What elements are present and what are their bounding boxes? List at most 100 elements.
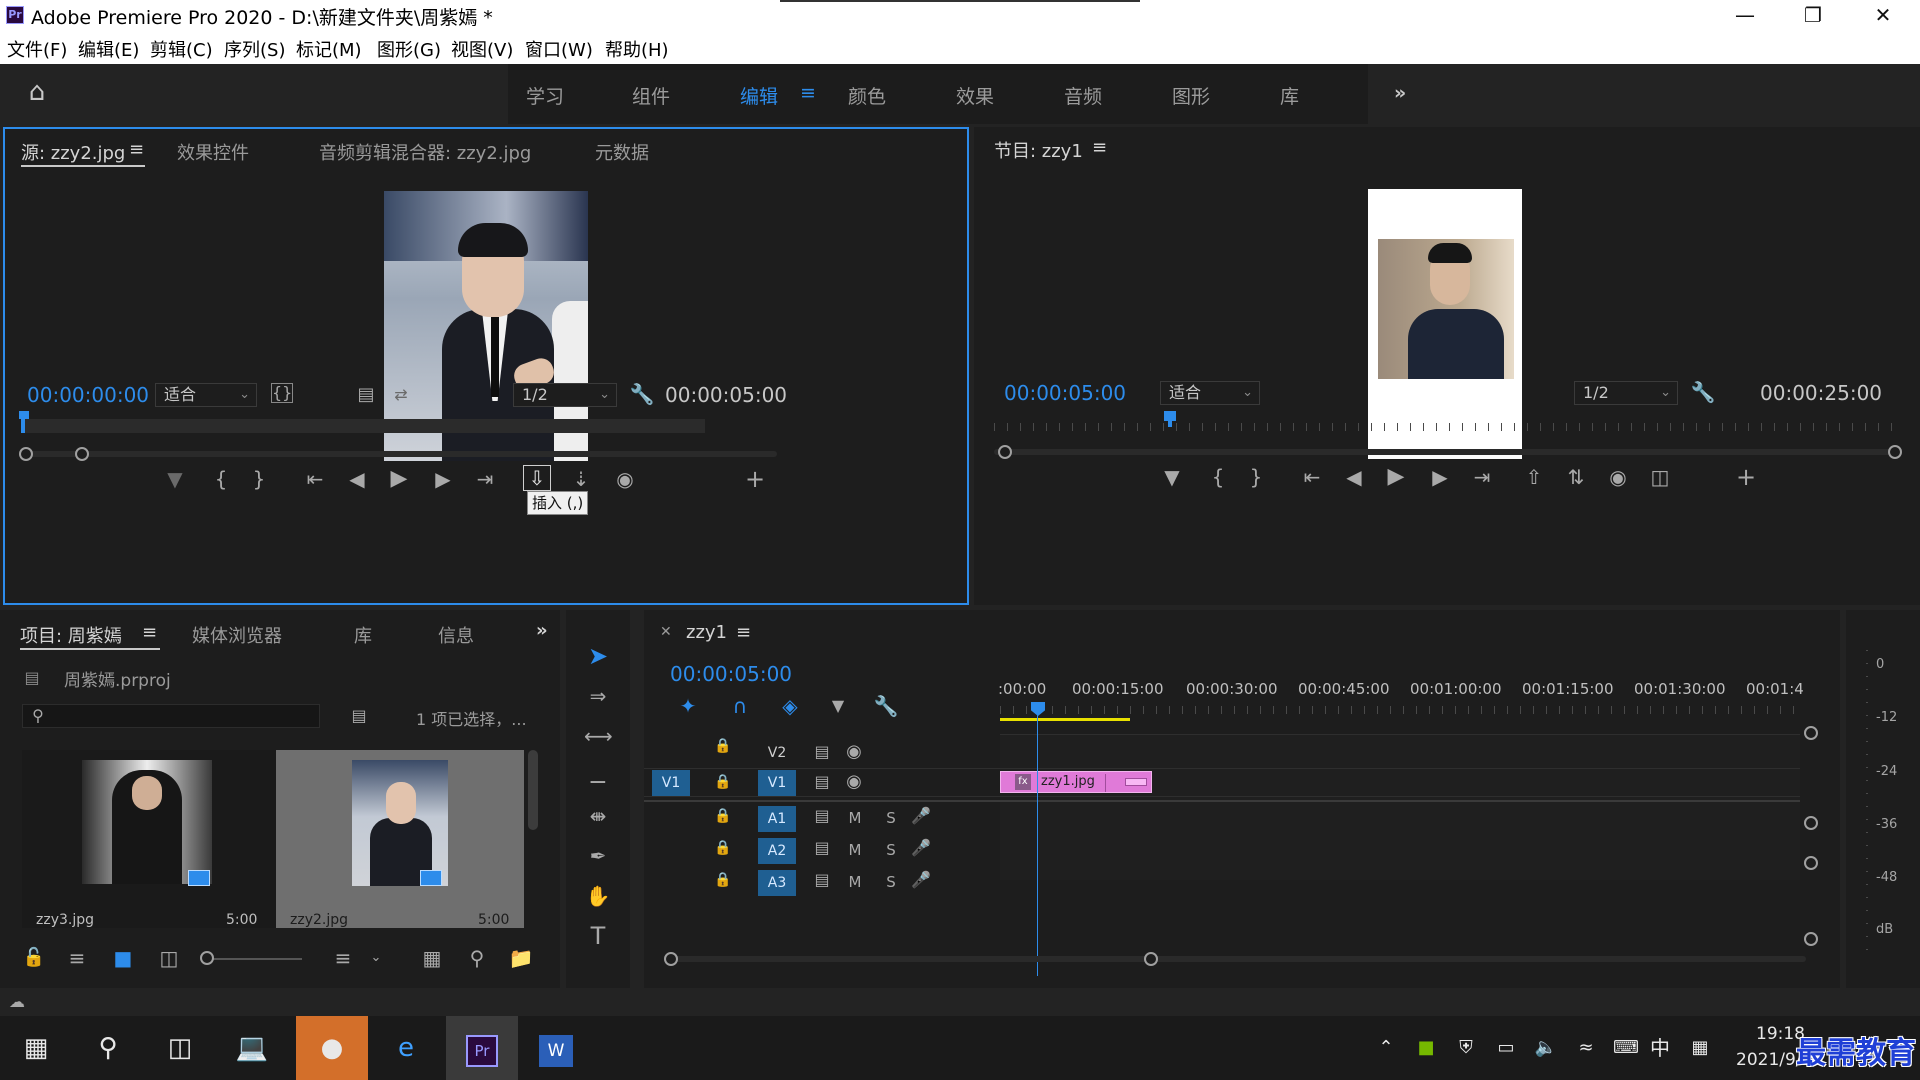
button-editor-plus-icon[interactable]: + (743, 467, 767, 491)
add-marker-icon[interactable]: ▼ (824, 694, 852, 718)
solo-button[interactable]: S (880, 806, 902, 830)
sync-lock-icon[interactable]: ▤ (810, 836, 834, 860)
project-item[interactable]: zzy3.jpg 5:00 (22, 750, 276, 928)
panel-overflow-icon[interactable]: » (536, 620, 548, 641)
chevron-down-icon[interactable]: ⌄ (366, 946, 386, 970)
timeline-settings-wrench-icon[interactable]: 🔧 (872, 694, 900, 718)
program-zoom-right-handle[interactable] (1888, 445, 1902, 459)
ime-grid-icon[interactable]: ▦ (1680, 1016, 1720, 1080)
tab-program[interactable]: 节目: zzy1 (994, 137, 1083, 163)
drag-audio-only-icon[interactable]: ⇄ (389, 383, 413, 407)
nvidia-icon[interactable]: ■ (1406, 1016, 1446, 1080)
timeline-timecode[interactable]: 00:00:05:00 (670, 662, 792, 686)
sync-lock-icon[interactable]: ▤ (810, 804, 834, 828)
sync-lock-icon[interactable]: ▤ (810, 740, 834, 764)
work-area-bar[interactable] (1000, 718, 1130, 721)
mark-out-icon[interactable]: } (247, 467, 271, 491)
wrench-icon[interactable]: 🔧 (1690, 380, 1716, 404)
menu-marker[interactable]: 标记(M) (296, 36, 362, 62)
menu-help[interactable]: 帮助(H) (605, 36, 669, 62)
workspace-editing[interactable]: 编辑 (740, 82, 778, 109)
tab-media-browser[interactable]: 媒体浏览器 (192, 622, 282, 648)
safe-margins-icon[interactable]: {} (271, 383, 293, 403)
microphone-icon[interactable]: 🎤 (910, 804, 932, 828)
sync-lock-icon[interactable]: ▤ (810, 868, 834, 892)
timeline-zoom-left-handle[interactable] (664, 952, 678, 966)
mute-button[interactable]: M (844, 838, 866, 862)
project-scrollbar[interactable] (528, 750, 538, 830)
list-view-icon[interactable]: ≡ (64, 946, 90, 970)
step-back-icon[interactable]: ◀ (345, 467, 369, 491)
menu-window[interactable]: 窗口(W) (525, 36, 593, 62)
source-current-timecode[interactable]: 00:00:00:00 (27, 383, 149, 407)
source-zoom-scrollbar[interactable] (21, 451, 777, 457)
audio-track-scroll-handle[interactable] (1804, 856, 1818, 870)
tab-project[interactable]: 项目: 周紫嫣 (20, 622, 122, 648)
workspace-learn[interactable]: 学习 (526, 82, 564, 109)
workspace-audio[interactable]: 音频 (1064, 82, 1102, 109)
export-frame-camera-icon[interactable]: ◉ (611, 467, 639, 491)
menu-clip[interactable]: 剪辑(C) (150, 36, 213, 62)
mute-button[interactable]: M (844, 870, 866, 894)
lock-icon[interactable]: 🔒 (712, 804, 734, 828)
workspace-effects[interactable]: 效果 (956, 82, 994, 109)
go-to-in-icon[interactable]: ⇤ (303, 467, 327, 491)
pen-tool-icon[interactable]: ✒ (584, 844, 612, 868)
show-hidden-icons-chevron-icon[interactable]: ⌃ (1366, 1016, 1406, 1080)
wechat-icon[interactable]: ● (296, 1016, 368, 1080)
source-resolution-dropdown[interactable]: 1/2 ⌄ (513, 383, 617, 407)
tab-source[interactable]: 源: zzy2.jpg (21, 139, 125, 165)
linked-selection-icon[interactable]: ◈ (776, 694, 804, 718)
eye-icon[interactable]: ◉ (842, 740, 866, 764)
zoom-slider[interactable] (206, 958, 302, 960)
tab-sequence[interactable]: zzy1 (686, 622, 727, 643)
sync-lock-icon[interactable]: ▤ (810, 770, 834, 794)
menu-graphics[interactable]: 图形(G) (377, 36, 441, 62)
program-fit-dropdown[interactable]: 适合 ⌄ (1160, 381, 1260, 405)
tab-effect-controls[interactable]: 效果控件 (177, 139, 249, 165)
type-tool-icon[interactable]: T (584, 924, 612, 948)
step-forward-icon[interactable]: ▶ (431, 467, 455, 491)
mark-in-icon[interactable]: { (1206, 465, 1230, 489)
security-shield-icon[interactable]: ⛨ (1446, 1016, 1486, 1080)
audio-track-scroll-handle[interactable] (1804, 932, 1818, 946)
ripple-edit-tool-icon[interactable]: ⟷ (584, 724, 613, 748)
zoom-slider-handle[interactable] (200, 951, 214, 965)
go-to-in-icon[interactable]: ⇤ (1300, 465, 1324, 489)
workspace-graphics[interactable]: 图形 (1172, 82, 1210, 109)
wifi-icon[interactable]: ≈ (1566, 1016, 1606, 1080)
nest-toggle-icon[interactable]: ✦ (674, 694, 702, 718)
mute-button[interactable]: M (844, 806, 866, 830)
go-to-out-icon[interactable]: ⇥ (473, 467, 497, 491)
hand-tool-icon[interactable]: ✋ (584, 884, 612, 908)
workspace-libraries[interactable]: 库 (1280, 82, 1299, 109)
razor-tool-icon[interactable]: ⚊ (584, 764, 612, 788)
track-label-a2[interactable]: A2 (758, 838, 796, 864)
menu-sequence[interactable]: 序列(S) (224, 36, 285, 62)
solo-button[interactable]: S (880, 870, 902, 894)
audio-track-scroll-handle[interactable] (1804, 816, 1818, 830)
mark-out-icon[interactable]: } (1244, 465, 1268, 489)
export-frame-camera-icon[interactable]: ◉ (1604, 465, 1632, 489)
lock-icon[interactable]: 🔒 (712, 868, 734, 892)
battery-icon[interactable]: ▭ (1486, 1016, 1526, 1080)
step-back-icon[interactable]: ◀ (1342, 465, 1366, 489)
timeline-panel-menu-icon[interactable]: ≡ (736, 622, 751, 643)
slip-tool-icon[interactable]: ⇼ (584, 804, 612, 828)
lock-icon[interactable]: 🔓 (22, 946, 46, 970)
computer-icon[interactable]: 💻 (216, 1016, 288, 1080)
menu-file[interactable]: 文件(F) (7, 36, 67, 62)
program-zoom-left-handle[interactable] (998, 445, 1012, 459)
comparison-view-icon[interactable]: ◫ (1646, 465, 1674, 489)
program-current-timecode[interactable]: 00:00:05:00 (1004, 381, 1126, 405)
program-resolution-dropdown[interactable]: 1/2 ⌄ (1574, 381, 1678, 405)
timeline-time-ruler[interactable] (1000, 706, 1800, 714)
selection-tool-icon[interactable]: ➤ (584, 644, 612, 668)
play-icon[interactable]: ▶ (1384, 465, 1408, 489)
eye-icon[interactable]: ◉ (842, 770, 866, 794)
project-item-selected[interactable]: zzy2.jpg 5:00 (276, 750, 524, 928)
close-sequence-icon[interactable]: ✕ (660, 624, 672, 640)
go-to-out-icon[interactable]: ⇥ (1470, 465, 1494, 489)
button-editor-plus-icon[interactable]: + (1734, 465, 1758, 489)
workspace-menu-icon[interactable]: ≡ (800, 82, 816, 104)
